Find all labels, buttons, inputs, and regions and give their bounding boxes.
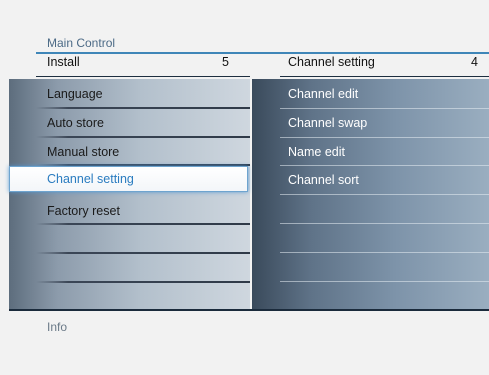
header-install: Install 5 <box>47 55 235 75</box>
submenu-item-label: Channel edit <box>288 87 359 101</box>
menu-item-factory-reset[interactable]: Factory reset <box>9 197 250 225</box>
submenu-item-name-edit[interactable]: Name edit <box>252 138 489 166</box>
submenu-item-channel-swap[interactable]: Channel swap <box>252 109 489 137</box>
divider <box>280 223 489 224</box>
menu-item-channel-setting[interactable]: Channel setting <box>9 166 248 192</box>
breadcrumb: Main Control <box>47 36 116 50</box>
divider <box>280 252 489 253</box>
divider <box>280 281 489 282</box>
menu-item-label: Manual store <box>47 145 120 159</box>
info-label: Info <box>47 320 68 334</box>
header-divider-right <box>280 76 489 77</box>
submenu-item-label: Name edit <box>288 145 345 159</box>
submenu-item-channel-sort[interactable]: Channel sort <box>252 166 489 194</box>
menu-item-manual-store[interactable]: Manual store <box>9 138 250 166</box>
header-channel-setting: Channel setting 4 <box>288 55 484 75</box>
menu-item-label: Language <box>47 87 103 101</box>
divider <box>280 194 489 195</box>
header-install-label: Install <box>47 55 80 69</box>
divider <box>36 281 250 283</box>
header-install-count: 5 <box>222 55 229 69</box>
divider <box>36 223 250 225</box>
divider <box>36 252 250 254</box>
menu-item-label: Auto store <box>47 116 104 130</box>
header-channel-setting-label: Channel setting <box>288 55 375 69</box>
header-channel-setting-count: 4 <box>471 55 478 69</box>
menu-item-language[interactable]: Language <box>9 80 250 108</box>
top-divider <box>36 52 489 54</box>
menu-item-auto-store[interactable]: Auto store <box>9 109 250 137</box>
submenu-item-channel-edit[interactable]: Channel edit <box>252 80 489 108</box>
menu-item-label: Channel setting <box>47 172 134 186</box>
submenu-item-label: Channel swap <box>288 116 368 130</box>
bottom-divider <box>9 309 489 311</box>
menu-item-label: Factory reset <box>47 204 120 218</box>
submenu-item-label: Channel sort <box>288 173 359 187</box>
header-divider-left <box>36 76 250 77</box>
